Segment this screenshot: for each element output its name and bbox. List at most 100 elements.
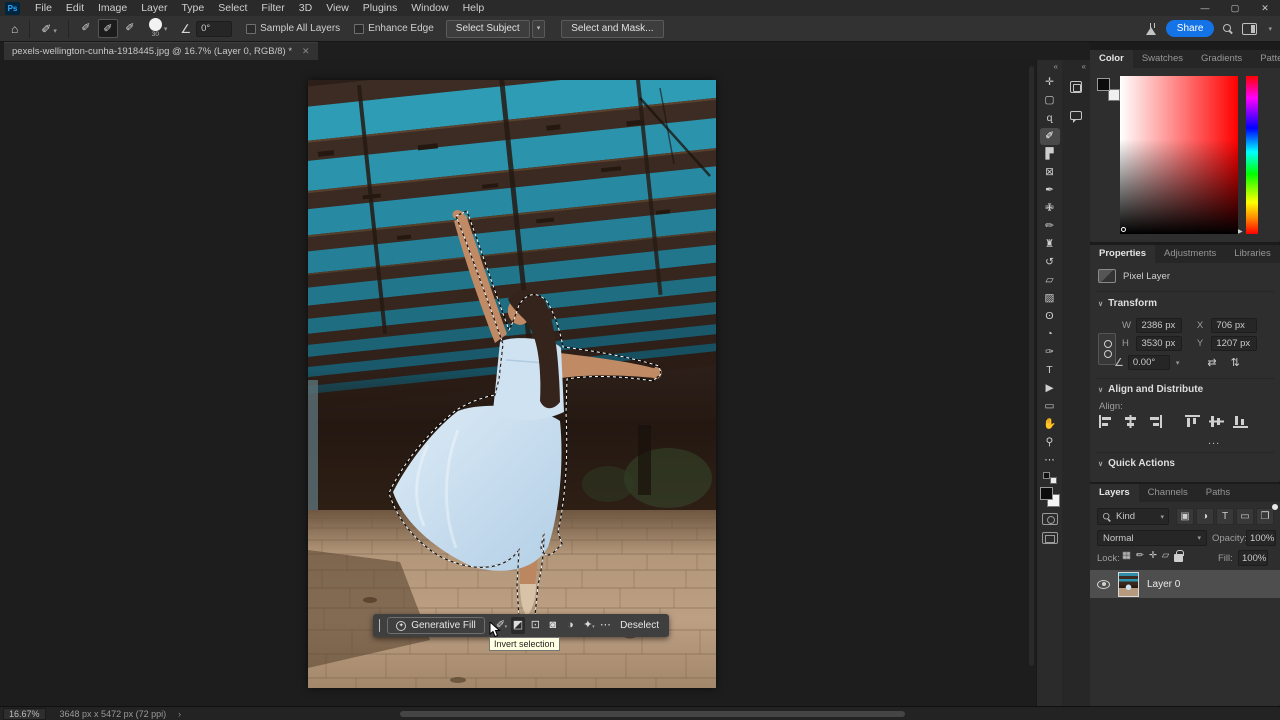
fill-selection-button[interactable]: ✦▾ — [581, 617, 594, 634]
lock-artboard-icon[interactable]: ▱ — [1162, 550, 1169, 561]
home-icon[interactable]: ⌂ — [6, 22, 23, 36]
blur-tool[interactable]: ʘ — [1040, 308, 1060, 325]
edit-toolbar-button[interactable]: ⋯ — [1040, 452, 1060, 469]
generative-fill-button[interactable]: ✦ Generative Fill — [387, 617, 484, 634]
menu-select[interactable]: Select — [211, 0, 254, 16]
share-button[interactable]: Share — [1166, 20, 1215, 37]
height-field[interactable]: 3530 px — [1136, 336, 1182, 351]
tab-channels[interactable]: Channels — [1139, 484, 1197, 502]
close-button[interactable]: ✕ — [1250, 0, 1280, 16]
select-and-mask-button[interactable]: Select and Mask... — [561, 20, 663, 38]
quick-mask-button[interactable] — [1042, 513, 1058, 525]
align-left-button[interactable] — [1099, 415, 1114, 428]
menu-view[interactable]: View — [319, 0, 356, 16]
brush-size-picker[interactable]: 30 — [149, 18, 162, 39]
clone-stamp-tool[interactable]: ♜ — [1040, 236, 1060, 253]
lasso-tool[interactable]: ɋ — [1040, 110, 1060, 127]
transform-selection-button[interactable]: ⊡ — [529, 617, 542, 634]
select-subject-button[interactable]: Select Subject — [446, 20, 530, 38]
align-top-button[interactable] — [1185, 415, 1200, 428]
tab-adjustments[interactable]: Adjustments — [1155, 245, 1225, 263]
history-panel-icon[interactable] — [1065, 76, 1087, 98]
menu-3d[interactable]: 3D — [292, 0, 319, 16]
add-to-selection-mode-button[interactable]: ✐ — [98, 19, 118, 38]
foreground-background-swatches[interactable] — [1097, 78, 1115, 96]
menu-plugins[interactable]: Plugins — [356, 0, 404, 16]
tool-preset-icon[interactable]: ✐▾ — [36, 22, 62, 36]
gradient-tool[interactable]: ▨ — [1040, 290, 1060, 307]
flip-horizontal-icon[interactable]: ⇄ — [1207, 356, 1216, 369]
tab-libraries[interactable]: Libraries — [1225, 245, 1279, 263]
flip-vertical-icon[interactable]: ⇅ — [1231, 356, 1240, 369]
align-bottom-button[interactable] — [1233, 415, 1248, 428]
sample-all-layers-checkbox[interactable]: Sample All Layers — [246, 23, 340, 34]
crop-tool[interactable]: ▛ — [1040, 146, 1060, 163]
menu-type[interactable]: Type — [174, 0, 211, 16]
hand-tool[interactable]: ✋ — [1040, 416, 1060, 433]
vertical-scrollbar[interactable] — [1029, 66, 1034, 666]
type-tool[interactable]: T — [1040, 362, 1060, 379]
rectangular-marquee-tool[interactable]: ▢ — [1040, 92, 1060, 109]
filter-smart-objects-icon[interactable]: ❐ — [1256, 508, 1274, 525]
opacity-dropdown[interactable]: 100% — [1246, 530, 1276, 546]
lock-transparent-pixels-icon[interactable]: ▦ — [1122, 550, 1131, 561]
align-right-button[interactable] — [1147, 415, 1162, 428]
rectangle-tool[interactable]: ▭ — [1040, 398, 1060, 415]
tab-gradients[interactable]: Gradients — [1192, 50, 1251, 68]
zoom-tool[interactable]: ⚲ — [1040, 434, 1060, 451]
enhance-edge-checkbox[interactable]: Enhance Edge — [354, 23, 434, 34]
blend-mode-dropdown[interactable]: Normal ▾ — [1097, 530, 1207, 546]
chevron-down-icon[interactable]: ▾ — [1268, 25, 1272, 33]
zoom-level-field[interactable]: 16.67% — [3, 708, 46, 720]
width-field[interactable]: 2386 px — [1136, 318, 1182, 333]
minimize-button[interactable]: — — [1190, 0, 1220, 16]
more-options-button[interactable]: ⋯ — [599, 617, 612, 634]
rotate-angle-field[interactable]: 0.00° — [1128, 355, 1170, 370]
horizontal-scrollbar[interactable] — [400, 711, 905, 717]
workspace-switcher-icon[interactable] — [1242, 23, 1257, 35]
brush-tool[interactable]: ✏ — [1040, 218, 1060, 235]
search-icon[interactable] — [1223, 24, 1233, 34]
tab-properties[interactable]: Properties — [1090, 245, 1155, 263]
lock-position-icon[interactable]: ✛ — [1149, 550, 1157, 561]
collapse-chevron-icon[interactable]: « — [1082, 62, 1090, 72]
eraser-tool[interactable]: ▱ — [1040, 272, 1060, 289]
layer-visibility-eye-icon[interactable] — [1097, 580, 1110, 589]
x-field[interactable]: 706 px — [1211, 318, 1257, 333]
create-adjustment-button[interactable]: ◑ — [564, 617, 577, 634]
foreground-background-swatches[interactable] — [1040, 487, 1060, 507]
tab-patterns[interactable]: Patterns — [1251, 50, 1280, 68]
lock-image-pixels-icon[interactable]: ✏ — [1136, 550, 1144, 561]
pen-tool[interactable]: ✑ — [1040, 344, 1060, 361]
fill-dropdown[interactable]: 100% — [1238, 550, 1268, 566]
filter-toggle[interactable] — [1272, 504, 1278, 510]
align-section-header[interactable]: ∨ Align and Distribute — [1090, 384, 1203, 395]
filter-type-layers-icon[interactable]: T — [1216, 508, 1234, 525]
technology-previews-icon[interactable] — [1146, 23, 1157, 35]
history-brush-tool[interactable]: ↺ — [1040, 254, 1060, 271]
filter-adjustment-layers-icon[interactable]: ◑ — [1196, 508, 1214, 525]
brush-angle-field[interactable]: 0° — [196, 21, 232, 37]
comments-panel-icon[interactable] — [1065, 104, 1087, 126]
filter-kind-dropdown[interactable]: Kind ▾ — [1097, 508, 1169, 525]
align-center-vertical-button[interactable] — [1209, 415, 1224, 428]
menu-file[interactable]: File — [28, 0, 59, 16]
align-more-button[interactable]: ... — [1208, 435, 1220, 447]
filter-shape-layers-icon[interactable]: ▭ — [1236, 508, 1254, 525]
spot-healing-brush-tool[interactable]: ✙ — [1040, 200, 1060, 217]
create-mask-button[interactable]: ◙ — [546, 617, 559, 634]
menu-window[interactable]: Window — [404, 0, 455, 16]
tab-color[interactable]: Color — [1090, 50, 1133, 68]
hue-slider[interactable] — [1246, 76, 1258, 234]
tab-layers[interactable]: Layers — [1090, 484, 1139, 502]
layer-thumbnail[interactable] — [1118, 572, 1139, 597]
layer-name[interactable]: Layer 0 — [1147, 579, 1180, 590]
canvas-image[interactable] — [308, 80, 716, 688]
move-tool[interactable]: ✛ — [1040, 74, 1060, 91]
collapse-chevron-icon[interactable]: « — [1054, 62, 1062, 72]
menu-edit[interactable]: Edit — [59, 0, 91, 16]
menu-layer[interactable]: Layer — [134, 0, 174, 16]
close-tab-icon[interactable]: ✕ — [302, 46, 310, 57]
dodge-tool[interactable]: ◔ — [1040, 326, 1060, 343]
align-center-horizontal-button[interactable] — [1123, 415, 1138, 428]
